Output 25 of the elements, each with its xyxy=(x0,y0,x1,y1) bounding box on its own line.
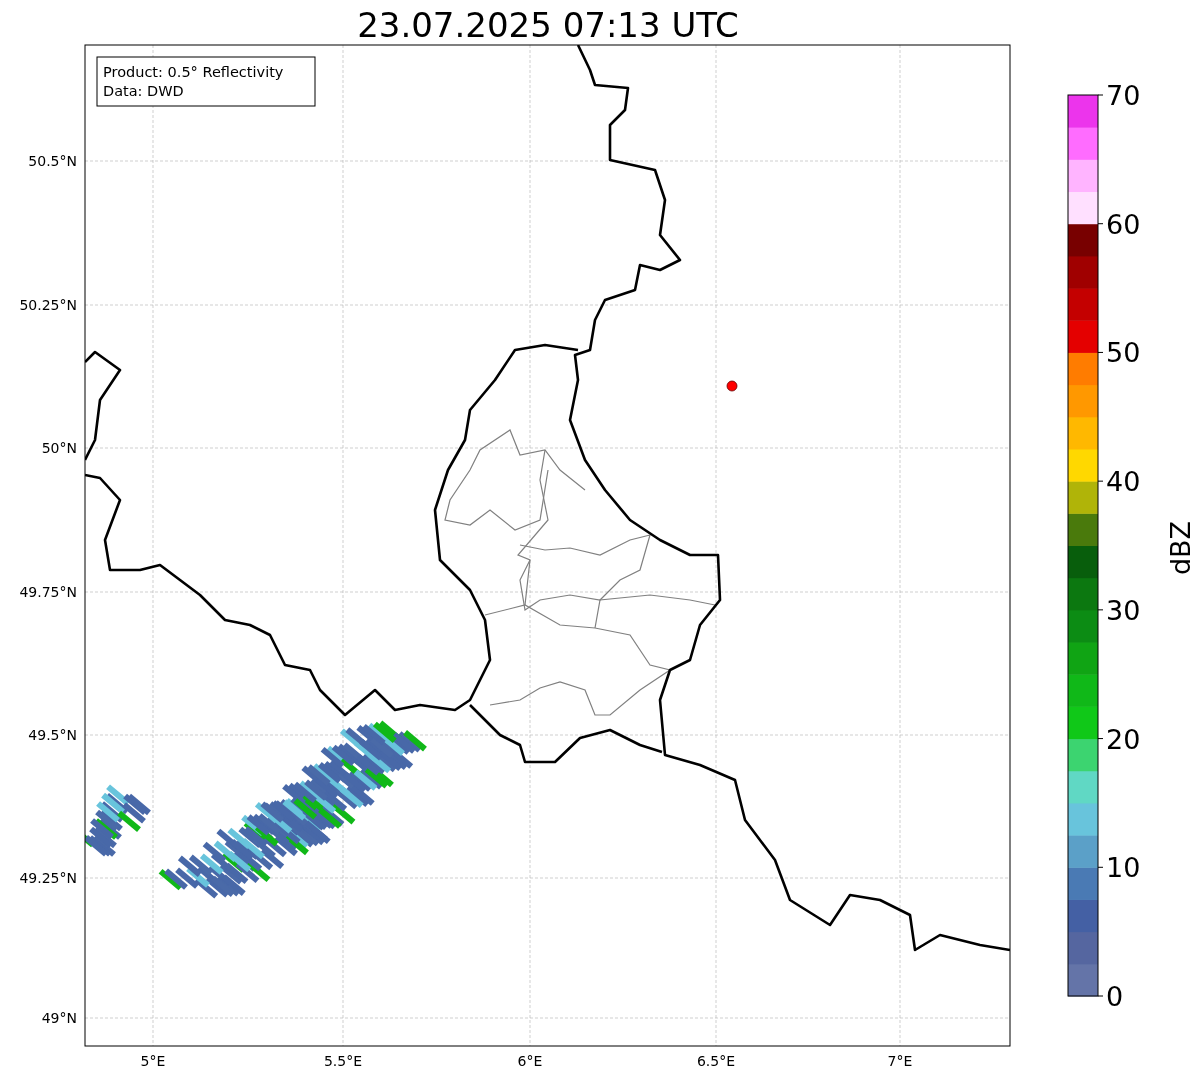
longitude-label: 5.5°E xyxy=(323,1053,363,1069)
colorbar-tick-label: 30 xyxy=(1106,594,1141,626)
info-text: Data: DWD xyxy=(103,83,184,99)
latitude-label: 49°N xyxy=(41,1010,77,1026)
longitude-label: 5°E xyxy=(140,1053,166,1069)
colorbar-tick-label: 20 xyxy=(1106,723,1141,755)
info-text: Product: 0.5° Reflectivity xyxy=(103,64,284,80)
chart-title: 23.07.2025 07:13 UTC xyxy=(357,5,739,45)
latitude-label: 49.25°N xyxy=(19,870,77,886)
colorbar-tick-label: 50 xyxy=(1106,337,1141,369)
latitude-label: 50.25°N xyxy=(19,297,77,313)
latitude-label: 50.5°N xyxy=(28,153,77,169)
colorbar-tick-label: 10 xyxy=(1106,852,1141,884)
colorbar-tick-label: 0 xyxy=(1106,981,1124,1012)
longitude-label: 6°E xyxy=(517,1053,543,1069)
latitude-label: 50°N xyxy=(41,440,77,456)
colorbar-tick-label: 40 xyxy=(1106,466,1141,498)
colorbar-label: dBZ xyxy=(1165,520,1196,576)
longitude-label: 7°E xyxy=(887,1053,913,1069)
colorbar-tick-label: 70 xyxy=(1106,80,1141,111)
latitude-label: 49.5°N xyxy=(28,727,77,743)
colorbar-tick-label: 60 xyxy=(1106,208,1141,240)
longitude-label: 6.5°E xyxy=(696,1053,736,1069)
station-marker xyxy=(726,380,738,392)
latitude-label: 49.75°N xyxy=(19,584,77,600)
